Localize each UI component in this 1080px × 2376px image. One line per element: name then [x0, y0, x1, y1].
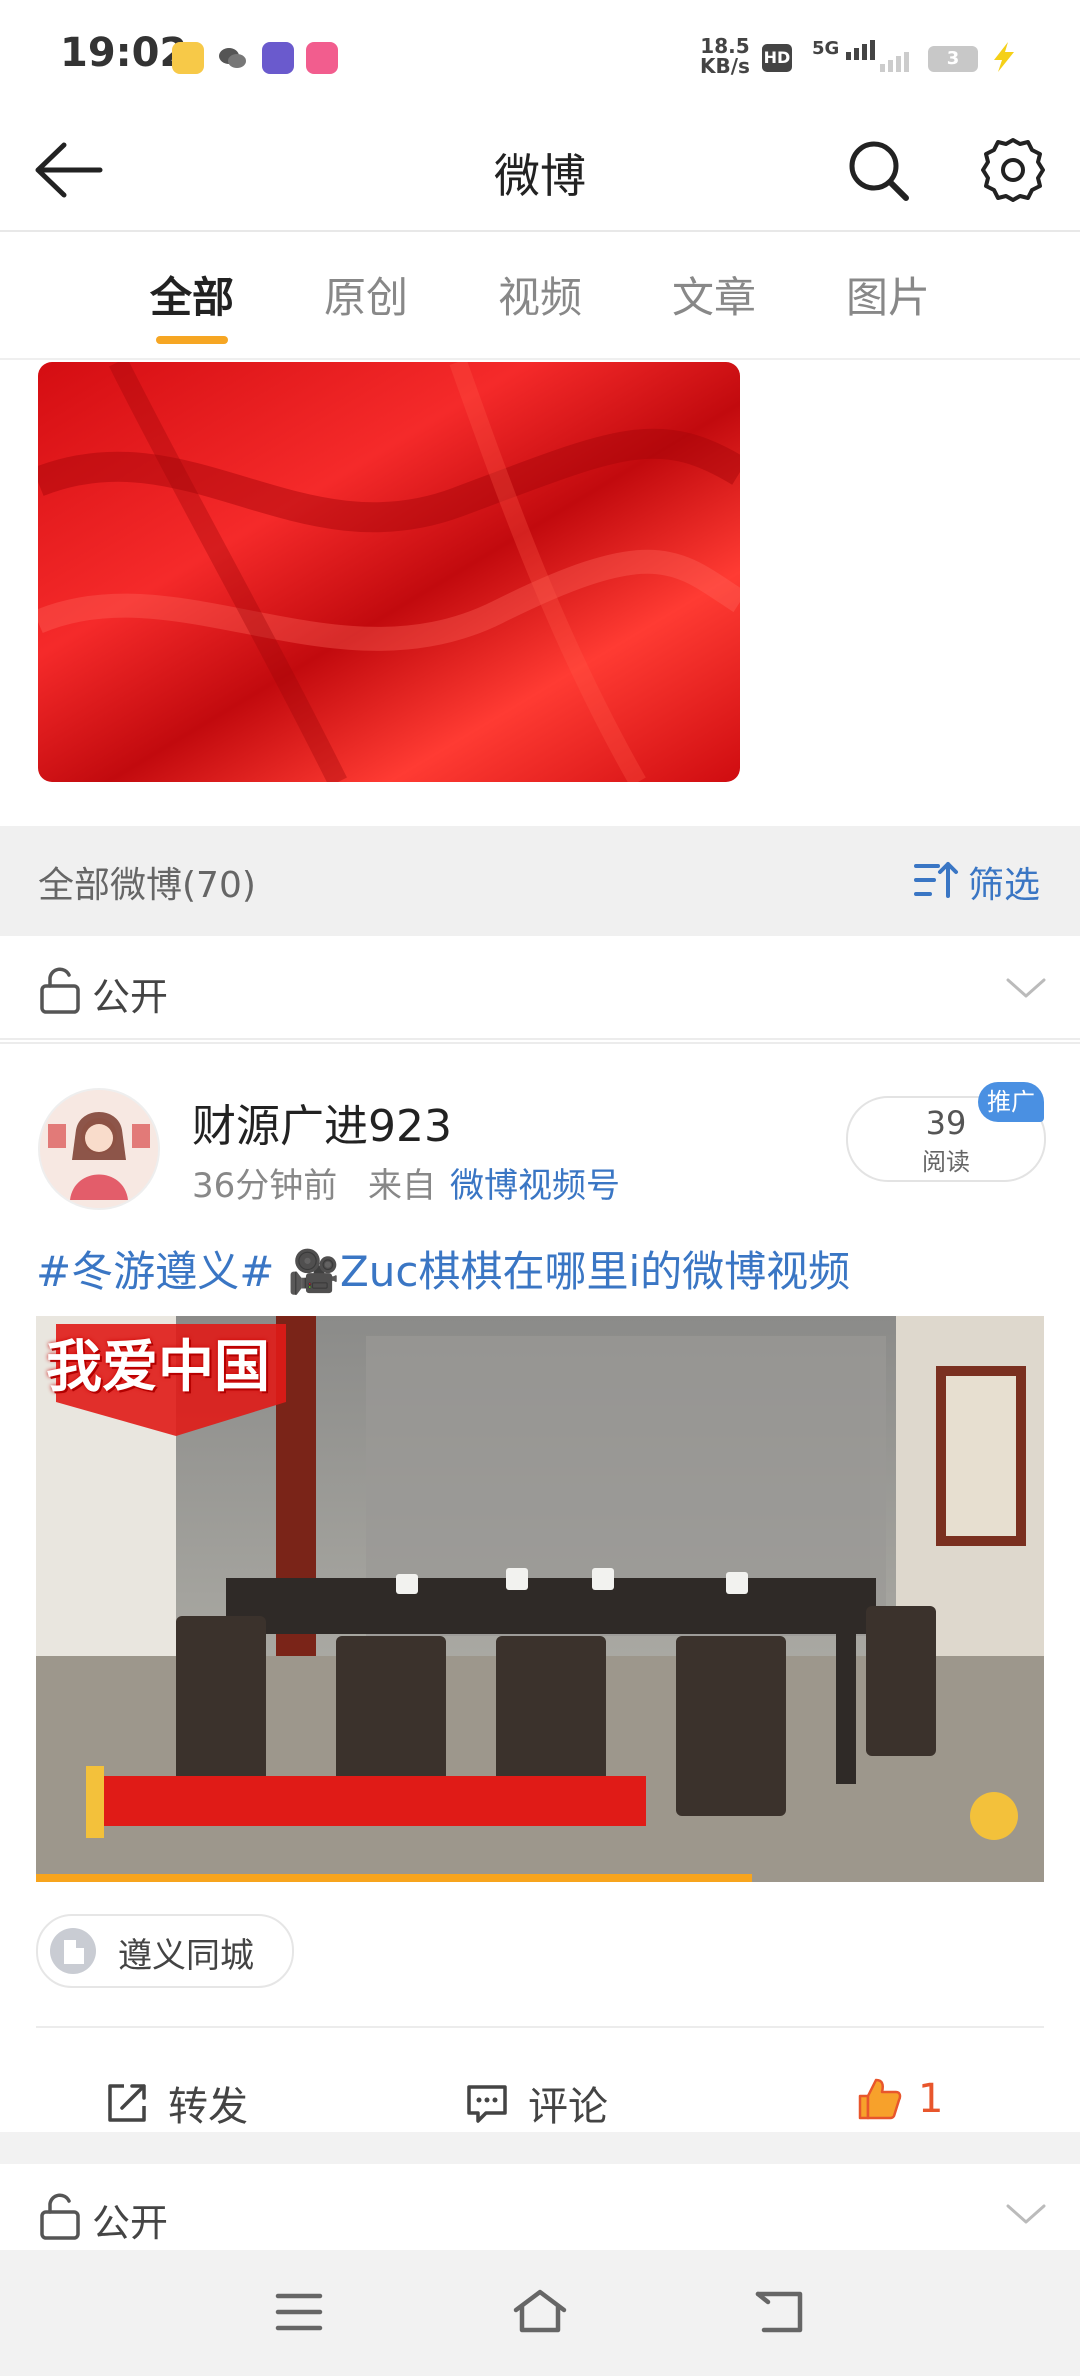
charging-bolt-icon [986, 40, 1020, 78]
post-time: 36分钟前 [192, 1166, 338, 1206]
visibility-label: 公开 [92, 975, 169, 1019]
filter-bar: 全部微博(70) 筛选 [0, 826, 1080, 936]
signal-5g-icon: 5G [812, 38, 886, 60]
settings-button[interactable] [975, 132, 1051, 208]
post-video[interactable]: 我爱中国 [36, 1316, 1044, 1882]
location-label: 遵义同城 [118, 1936, 254, 1976]
tabs-bar: 全部 原创 视频 文章 图片 [0, 232, 1080, 360]
read-label: 阅读 [922, 1148, 970, 1176]
filter-label: 筛选 [968, 865, 1041, 906]
all-weibo-count: 全部微博(70) [38, 865, 256, 906]
video-overlay-text: 我爱中国 [46, 1335, 270, 1400]
weibo-app-icon [172, 42, 204, 74]
tab-indicator [156, 336, 228, 344]
battery-icon: 3 [928, 46, 978, 72]
video-progress[interactable] [36, 1874, 752, 1882]
chevron-down-icon [1006, 2204, 1046, 2224]
gear-icon [981, 138, 1045, 202]
filter-icon [914, 862, 958, 898]
comment-button[interactable]: 评论 [464, 2074, 608, 2132]
search-button[interactable] [840, 132, 916, 208]
bilibili-app-icon [306, 42, 338, 74]
tab-video[interactable]: 视频 [480, 264, 600, 325]
tieba-app-icon [262, 42, 294, 74]
tab-original[interactable]: 原创 [306, 264, 426, 325]
page-title: 微博 [494, 149, 586, 203]
tab-article[interactable]: 文章 [654, 264, 774, 325]
red-flag-image[interactable] [38, 362, 740, 782]
visibility-label: 公开 [92, 2201, 169, 2245]
tab-all[interactable]: 全部 [132, 264, 252, 325]
repost-icon [108, 2084, 146, 2122]
search-icon [849, 141, 909, 201]
signal-weak-icon [880, 50, 920, 76]
action-divider [36, 2026, 1044, 2028]
visibility-selector[interactable]: 公开 [0, 938, 1080, 1040]
status-time: 19:02 [60, 30, 188, 76]
post-card: 财源广进923 36分钟前 来自 微博视频号 39 阅读 推广 #冬游遵义# 🎥… [0, 1042, 1080, 2134]
chevron-down-icon [1006, 978, 1046, 998]
menu-icon[interactable] [274, 2290, 324, 2334]
system-nav-bar [0, 2250, 1080, 2376]
hd-badge: HD [762, 44, 792, 72]
back-arrow-icon [35, 142, 103, 198]
section-gap [0, 2132, 1080, 2164]
post-text[interactable]: #冬游遵义# 🎥Zuc棋棋在哪里i的微博视频 [36, 1238, 850, 1299]
tab-picture[interactable]: 图片 [828, 264, 948, 325]
like-count: 1 [918, 2076, 944, 2122]
promote-badge[interactable]: 推广 [978, 1082, 1044, 1122]
post-from-label: 来自 [368, 1166, 436, 1206]
like-button[interactable]: 1 [854, 2074, 943, 2124]
visibility-selector-2[interactable]: 公开 [0, 2164, 1080, 2250]
unlock-icon [40, 2193, 80, 2240]
repost-button[interactable]: 转发 [104, 2074, 248, 2132]
post-source-link[interactable]: 微博视频号 [450, 1158, 620, 1207]
wechat-app-icon [216, 42, 248, 74]
building-icon [50, 1928, 96, 1974]
unlock-icon [40, 967, 80, 1014]
comment-label: 评论 [528, 2084, 608, 2130]
back-button[interactable] [30, 135, 110, 205]
status-bar: 19:02 18.5 KB/s HD 5G 3 [0, 0, 1080, 110]
network-speed: 18.5 KB/s [700, 34, 750, 78]
thumbs-up-icon [858, 2078, 902, 2120]
comment-icon [467, 2085, 507, 2123]
avatar[interactable] [38, 1088, 160, 1210]
post-author[interactable]: 财源广进923 [192, 1090, 452, 1154]
home-icon[interactable] [510, 2286, 570, 2336]
repost-label: 转发 [168, 2084, 248, 2130]
nav-header: 微博 [0, 110, 1080, 232]
location-tag[interactable]: 遵义同城 [36, 1914, 294, 1988]
back-nav-icon[interactable] [752, 2288, 808, 2336]
